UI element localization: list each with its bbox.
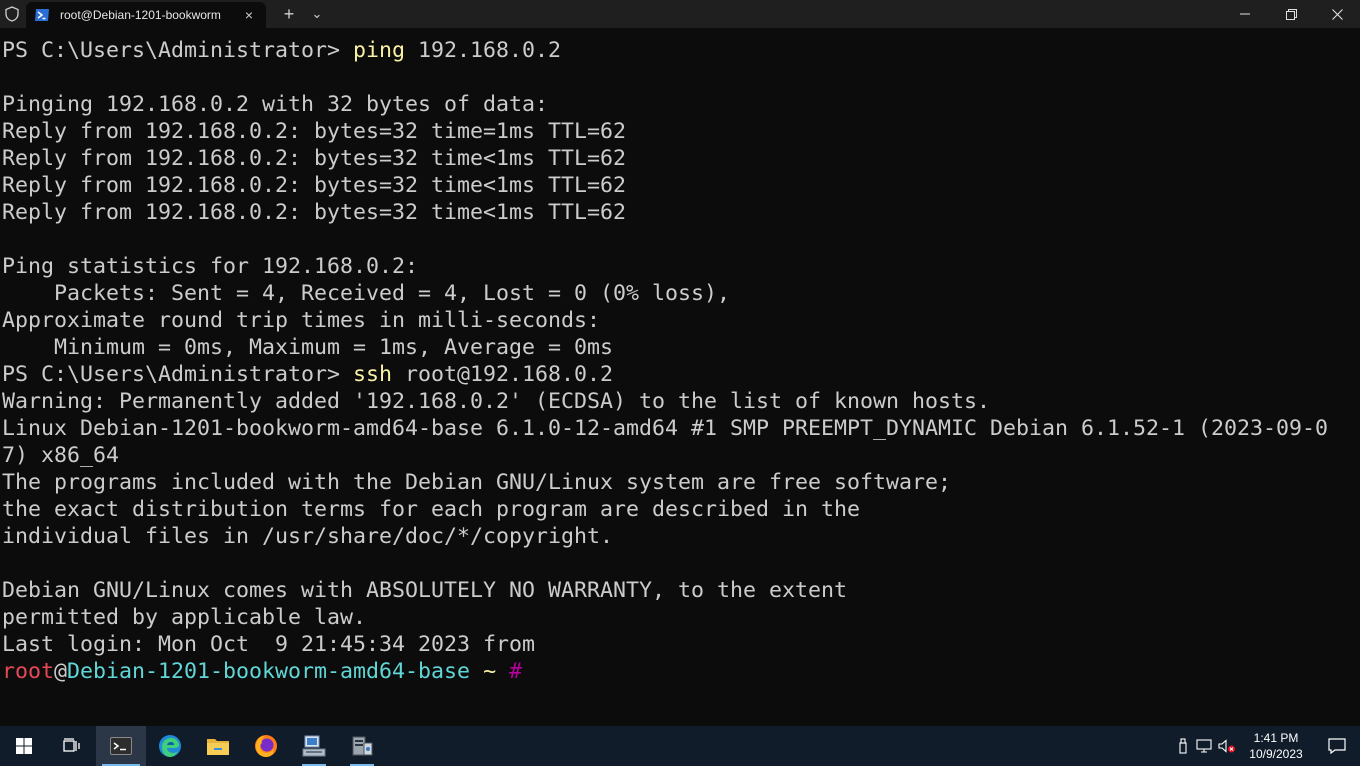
ps-command: ping	[353, 38, 406, 63]
clock-date: 10/9/2023	[1249, 747, 1303, 761]
new-tab-button[interactable]: +	[274, 0, 304, 28]
terminal-line: Ping statistics for 192.168.0.2:	[0, 253, 1360, 280]
notification-center-icon[interactable]	[1314, 738, 1360, 754]
terminal-line: individual files in /usr/share/doc/*/cop…	[0, 523, 1360, 550]
output-text: Linux Debian-1201-bookworm-amd64-base 6.…	[2, 416, 1329, 441]
terminal-line: Last login: Mon Oct 9 21:45:34 2023 from	[0, 631, 1360, 658]
network-icon[interactable]	[1194, 739, 1216, 753]
output-text: Reply from 192.168.0.2: bytes=32 time=1m…	[2, 119, 627, 144]
tab-title: root@Debian-1201-bookworm	[60, 8, 221, 22]
output-text: Pinging 192.168.0.2 with 32 bytes of dat…	[2, 92, 549, 117]
terminal-line: Debian GNU/Linux comes with ABSOLUTELY N…	[0, 577, 1360, 604]
close-button[interactable]	[1314, 0, 1360, 28]
network-app-icon[interactable]	[290, 726, 338, 766]
tab-close-button[interactable]: ×	[240, 7, 258, 23]
title-bar-drag-area[interactable]	[330, 0, 1222, 28]
bash-prompt-at: @	[54, 659, 68, 684]
output-text: The programs included with the Debian GN…	[2, 470, 952, 495]
terminal-line: Minimum = 0ms, Maximum = 1ms, Average = …	[0, 334, 1360, 361]
terminal-line: Warning: Permanently added '192.168.0.2'…	[0, 388, 1360, 415]
terminal-line: Linux Debian-1201-bookworm-amd64-base 6.…	[0, 415, 1360, 442]
terminal-line: Approximate round trip times in milli-se…	[0, 307, 1360, 334]
terminal-line: the exact distribution terms for each pr…	[0, 496, 1360, 523]
terminal-line: PS C:\Users\Administrator> ping 192.168.…	[0, 37, 1360, 64]
output-text: the exact distribution terms for each pr…	[2, 497, 861, 522]
system-tray: 1:41 PM 10/9/2023	[1172, 726, 1360, 766]
terminal-tab[interactable]: root@Debian-1201-bookworm ×	[26, 2, 266, 28]
output-text: Packets: Sent = 4, Received = 4, Lost = …	[2, 281, 731, 306]
terminal-line: Pinging 192.168.0.2 with 32 bytes of dat…	[0, 91, 1360, 118]
output-text: Reply from 192.168.0.2: bytes=32 time<1m…	[2, 146, 627, 171]
maximize-button[interactable]	[1268, 0, 1314, 28]
terminal-line: Reply from 192.168.0.2: bytes=32 time<1m…	[0, 199, 1360, 226]
terminal-line: permitted by applicable law.	[0, 604, 1360, 631]
firefox-icon[interactable]	[242, 726, 290, 766]
ps-command-args: root@192.168.0.2	[392, 362, 614, 387]
usb-device-icon[interactable]	[1172, 738, 1194, 754]
ps-prompt: PS C:\Users\Administrator>	[2, 38, 354, 63]
terminal-line: Reply from 192.168.0.2: bytes=32 time=1m…	[0, 118, 1360, 145]
minimize-button[interactable]	[1222, 0, 1268, 28]
output-text: Warning: Permanently added '192.168.0.2'…	[2, 389, 991, 414]
edge-icon[interactable]	[146, 726, 194, 766]
terminal-line: root@Debian-1201-bookworm-amd64-base ~ #	[0, 658, 1360, 685]
ps-command-args: 192.168.0.2	[405, 38, 562, 63]
bash-prompt-user: root	[2, 659, 55, 684]
volume-muted-icon[interactable]	[1216, 739, 1238, 753]
bash-prompt-path: ~	[470, 659, 510, 684]
bash-prompt-host: Debian-1201-bookworm-amd64-base	[67, 659, 471, 684]
terminal-line: PS C:\Users\Administrator> ssh root@192.…	[0, 361, 1360, 388]
taskbar: 1:41 PM 10/9/2023	[0, 726, 1360, 766]
terminal-line: Packets: Sent = 4, Received = 4, Lost = …	[0, 280, 1360, 307]
output-text: Minimum = 0ms, Maximum = 1ms, Average = …	[2, 335, 614, 360]
output-text: Ping statistics for 192.168.0.2:	[2, 254, 419, 279]
output-text: Reply from 192.168.0.2: bytes=32 time<1m…	[2, 173, 627, 198]
title-bar: root@Debian-1201-bookworm × + ⌄	[0, 0, 1360, 28]
file-explorer-icon[interactable]	[194, 726, 242, 766]
start-icon[interactable]	[0, 726, 48, 766]
ps-command: ssh	[353, 362, 393, 387]
task-view-icon[interactable]	[48, 726, 96, 766]
bash-prompt-symbol: #	[509, 659, 523, 684]
output-text: Reply from 192.168.0.2: bytes=32 time<1m…	[2, 200, 627, 225]
powershell-icon	[34, 7, 50, 23]
terminal-icon[interactable]	[96, 726, 146, 766]
system-clock[interactable]: 1:41 PM 10/9/2023	[1238, 730, 1314, 762]
terminal-output[interactable]: PS C:\Users\Administrator> ping 192.168.…	[0, 37, 1360, 725]
output-text: Last login: Mon Oct 9 21:45:34 2023 from	[2, 632, 536, 657]
terminal-line: 7) x86_64	[0, 442, 1360, 469]
admin-shield-icon	[0, 0, 24, 28]
output-text: Debian GNU/Linux comes with ABSOLUTELY N…	[2, 578, 848, 603]
clock-time: 1:41 PM	[1253, 731, 1299, 745]
ps-prompt: PS C:\Users\Administrator>	[2, 362, 354, 387]
server-manager-icon[interactable]	[338, 726, 386, 766]
output-text: Approximate round trip times in milli-se…	[2, 308, 601, 333]
terminal-line: Reply from 192.168.0.2: bytes=32 time<1m…	[0, 172, 1360, 199]
output-text: permitted by applicable law.	[2, 605, 367, 630]
terminal-line: Reply from 192.168.0.2: bytes=32 time<1m…	[0, 145, 1360, 172]
output-text: individual files in /usr/share/doc/*/cop…	[2, 524, 614, 549]
output-text: 7) x86_64	[2, 443, 120, 468]
tab-dropdown-button[interactable]: ⌄	[304, 0, 330, 28]
terminal-line: The programs included with the Debian GN…	[0, 469, 1360, 496]
